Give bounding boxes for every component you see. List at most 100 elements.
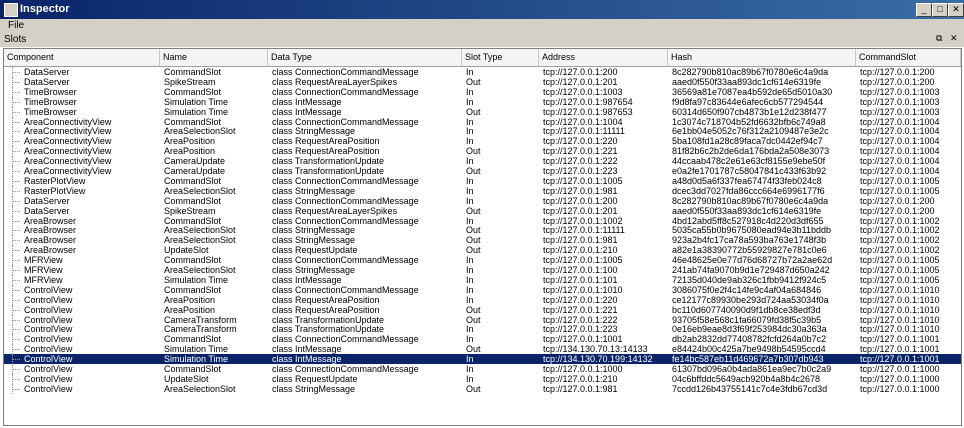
table-row[interactable]: MFRView AreaSelectionSlot class StringMess… — [4, 265, 961, 275]
table-row[interactable]: ControlView AreaSelectionSlot class String… — [4, 383, 961, 394]
cell-command-slot: tcp://127.0.0.1:1000 — [860, 364, 940, 374]
table-row[interactable]: ControlView CommandSlot class ConnectionCo… — [4, 334, 961, 345]
cell-slot-type: Out — [466, 225, 481, 236]
cell-address: tcp://127.0.0.1:1001 — [543, 334, 623, 345]
table-row[interactable]: ControlView AreaPosition class RequestArea… — [4, 294, 961, 305]
table-row[interactable]: AreaConnectivityView CameraUpdate class Tr… — [4, 156, 961, 167]
table-row[interactable]: ControlView UpdateSlot class RequestUpdate… — [4, 373, 961, 384]
cell-address: tcp://127.0.0.1:987653 — [543, 106, 633, 117]
cell-name: CommandSlot — [164, 86, 222, 97]
column-header-address[interactable]: Address — [539, 49, 668, 66]
column-header-component[interactable]: Component — [4, 49, 160, 66]
cell-slot-type: In — [466, 67, 474, 77]
close-button[interactable]: ✕ — [948, 3, 964, 17]
cell-address: tcp://127.0.0.1:1004 — [543, 116, 623, 127]
cell-name: SpikeStream — [164, 76, 216, 87]
tree-connector — [12, 215, 21, 226]
cell-data-type: class ConnectionCommandMessage — [272, 215, 419, 226]
cell-component: RasterPlotView — [24, 175, 86, 186]
table-row[interactable]: AreaConnectivityView AreaSelectionSlot cla… — [4, 126, 961, 137]
table-row[interactable]: AreaConnectivityView AreaPosition class Re… — [4, 136, 961, 147]
tree-connector — [12, 294, 21, 305]
cell-command-slot: tcp://127.0.0.1:1001 — [860, 334, 940, 345]
cell-data-type: class ConnectionCommandMessage — [272, 334, 419, 345]
cell-slot-type: In — [466, 324, 474, 335]
cell-hash: bc110d607740090d9f1db8ce38edf3d — [672, 304, 821, 315]
cell-slot-type: Out — [466, 106, 481, 117]
cell-slot-type: In — [466, 215, 474, 226]
table-row[interactable]: RasterPlotView CommandSlot class Connectio… — [4, 175, 961, 186]
cell-address: tcp://127.0.0.1:987654 — [543, 96, 633, 107]
table-row[interactable]: DataServer CommandSlot class ConnectionCom… — [4, 195, 961, 206]
table-row[interactable]: TimeBrowser Simulation Time class IntMessa… — [4, 96, 961, 107]
cell-component: ControlView — [24, 364, 73, 374]
cell-name: Simulation Time — [164, 106, 229, 117]
table-row[interactable]: AreaBrowser CommandSlot class ConnectionCo… — [4, 215, 961, 226]
table-row[interactable]: RasterPlotView AreaSelectionSlot class Str… — [4, 185, 961, 196]
table-row[interactable]: AreaBrowser AreaSelectionSlot class String… — [4, 225, 961, 236]
dock-close-icon[interactable]: ✕ — [950, 33, 958, 44]
column-header-slot-type[interactable]: Slot Type — [462, 49, 539, 66]
cell-data-type: class TransformationUpdate — [272, 324, 385, 335]
tree-connector — [12, 116, 21, 127]
cell-component: DataServer — [24, 67, 70, 77]
minimize-button[interactable]: _ — [916, 3, 932, 17]
cell-component: TimeBrowser — [24, 106, 77, 117]
cell-hash: a48d0d5a6f337fea67474f33feb024c8 — [672, 175, 822, 186]
cell-command-slot: tcp://127.0.0.1:1004 — [860, 126, 940, 137]
table-row[interactable]: DataServer CommandSlot class ConnectionCom… — [4, 67, 961, 77]
cell-hash: dcec3dd7027fda86ccc664e6996177f6 — [672, 185, 825, 196]
table-row[interactable]: ControlView CameraTransform class Transfor… — [4, 314, 961, 325]
cell-slot-type: In — [466, 156, 474, 167]
cell-component: ControlView — [24, 314, 73, 325]
cell-hash: ce12177c89930be293d724aa53034f0a — [672, 294, 829, 305]
column-header-command-slot[interactable]: CommandSlot — [856, 49, 961, 66]
table-row[interactable]: ControlView Simulation Time class IntMessa… — [4, 344, 961, 355]
cell-command-slot: tcp://127.0.0.1:1002 — [860, 225, 940, 236]
table-row[interactable]: AreaBrowser AreaSelectionSlot class String… — [4, 235, 961, 246]
maximize-button[interactable]: □ — [932, 3, 948, 17]
cell-hash: f9d8fa97c83644e6afec6cb577294544 — [672, 96, 824, 107]
column-header-data-type[interactable]: Data Type — [268, 49, 462, 66]
table-row[interactable]: AreaConnectivityView CommandSlot class Con… — [4, 116, 961, 127]
table-row[interactable]: ControlView CommandSlot class ConnectionCo… — [4, 364, 961, 374]
cell-command-slot: tcp://127.0.0.1:1003 — [860, 86, 940, 97]
table-row[interactable]: MFRView CommandSlot class ConnectionComman… — [4, 255, 961, 266]
tree-connector — [12, 195, 21, 206]
table-row[interactable]: AreaConnectivityView CameraUpdate class Tr… — [4, 166, 961, 176]
cell-data-type: class ConnectionCommandMessage — [272, 195, 419, 206]
cell-hash: 241ab74fa9070b9d1e729487d650a242 — [672, 265, 830, 275]
float-icon[interactable]: ⧉ — [936, 33, 942, 44]
cell-hash: 3086075f0e2f4c14fe9c4af04a684846 — [672, 284, 822, 295]
cell-data-type: class IntMessage — [272, 344, 342, 355]
cell-address: tcp://127.0.0.1:11111 — [543, 126, 625, 137]
table-row[interactable]: ControlView Simulation Time class IntMessa… — [4, 354, 961, 365]
table-row[interactable]: DataServer SpikeStream class RequestAreaLa… — [4, 205, 961, 216]
table-row[interactable]: ControlView AreaPosition class RequestArea… — [4, 304, 961, 315]
cell-component: AreaBrowser — [24, 245, 77, 256]
menu-file[interactable]: File — [8, 20, 24, 31]
cell-name: CommandSlot — [164, 364, 222, 374]
title-bar: Inspector _ □ ✕ — [0, 0, 964, 19]
table-header: Component Name Data Type Slot Type Address Ha… — [4, 49, 961, 67]
table-row[interactable]: MFRView Simulation Time class IntMessage In… — [4, 274, 961, 285]
cell-command-slot: tcp://127.0.0.1:1005 — [860, 255, 940, 266]
column-header-hash[interactable]: Hash — [668, 49, 856, 66]
cell-component: DataServer — [24, 76, 70, 87]
cell-address: tcp://127.0.0.1:223 — [543, 166, 618, 176]
tree-connector — [12, 156, 21, 167]
cell-address: tcp://127.0.0.1:200 — [543, 195, 618, 206]
table-row[interactable]: TimeBrowser CommandSlot class ConnectionCo… — [4, 86, 961, 97]
table-row[interactable]: AreaConnectivityView AreaPosition class Re… — [4, 146, 961, 157]
table-row[interactable]: AreaBrowser UpdateSlot class RequestUpdate… — [4, 245, 961, 256]
cell-component: ControlView — [24, 304, 73, 315]
cell-name: AreaSelectionSlot — [164, 265, 236, 275]
table-row[interactable]: ControlView CommandSlot class ConnectionCo… — [4, 284, 961, 295]
table-row[interactable]: ControlView CameraTransform class Transfor… — [4, 324, 961, 335]
column-header-name[interactable]: Name — [160, 49, 268, 66]
cell-address: tcp://127.0.0.1:100 — [543, 265, 618, 275]
table-row[interactable]: TimeBrowser Simulation Time class IntMessa… — [4, 106, 961, 117]
cell-hash: 8c282790b810ac89b67f0780e6c4a9da — [672, 195, 829, 206]
table-row[interactable]: DataServer SpikeStream class RequestAreaLa… — [4, 76, 961, 87]
cell-command-slot: tcp://127.0.0.1:1010 — [860, 324, 940, 335]
